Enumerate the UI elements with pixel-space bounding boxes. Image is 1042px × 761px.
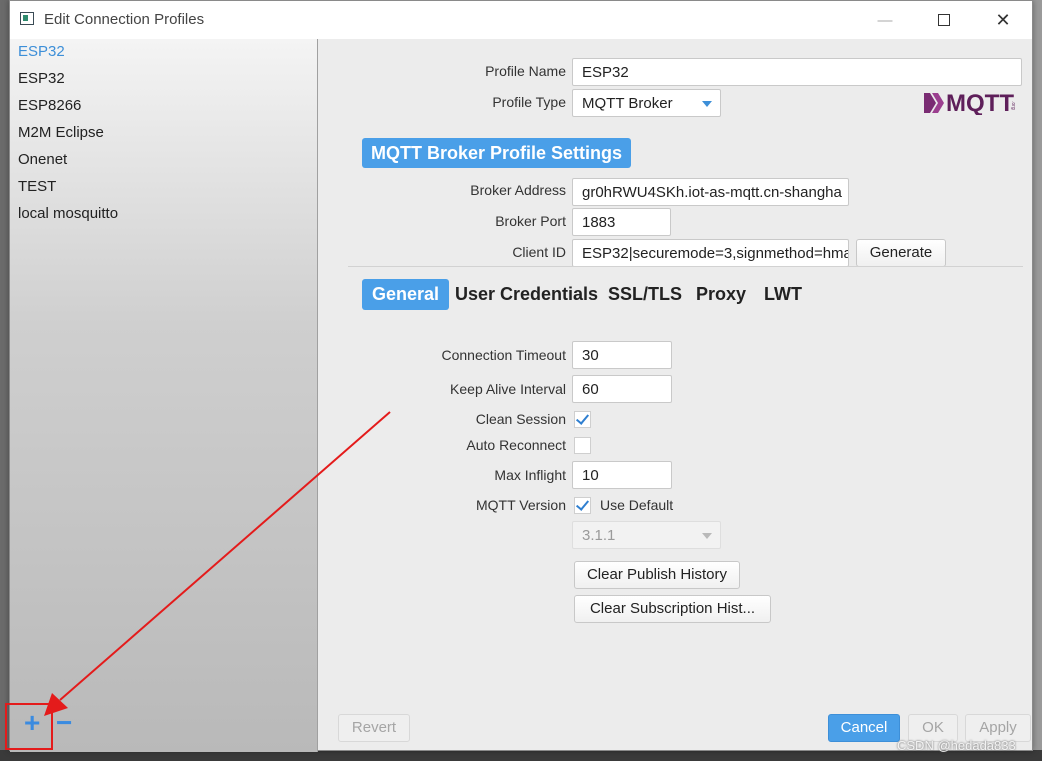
divider xyxy=(348,266,1023,267)
max-inflight-label: Max Inflight xyxy=(494,467,566,483)
profile-editor: Profile Name ESP32 Profile Type MQTT Bro… xyxy=(318,39,1032,752)
mqtt-version-select: 3.1.1 xyxy=(572,521,721,549)
app-icon xyxy=(20,12,34,25)
profile-item-esp32[interactable]: ESP32 xyxy=(18,68,65,90)
broker-settings-header: MQTT Broker Profile Settings xyxy=(362,138,632,168)
background-edge xyxy=(0,0,9,761)
close-button[interactable]: ✕ xyxy=(980,7,1026,33)
mqtt-version-value: 3.1.1 xyxy=(582,527,616,544)
remove-profile-button[interactable]: − xyxy=(56,709,72,737)
tab-general[interactable]: General xyxy=(362,279,450,310)
maximize-icon xyxy=(938,14,950,26)
client-id-label: Client ID xyxy=(512,244,566,260)
clear-publish-history-button[interactable]: Clear Publish History xyxy=(574,561,740,589)
auto-reconnect-label: Auto Reconnect xyxy=(466,437,566,453)
generate-button[interactable]: Generate xyxy=(856,239,946,267)
tab-user-credentials[interactable]: User Credentials xyxy=(445,279,608,310)
keep-alive-label: Keep Alive Interval xyxy=(450,381,566,397)
title-bar[interactable]: Edit Connection Profiles — ✕ xyxy=(10,1,1032,39)
auto-reconnect-checkbox[interactable] xyxy=(574,437,591,454)
checkmark-icon xyxy=(575,497,590,511)
edit-connection-profiles-window: Edit Connection Profiles — ✕ ESP32 ESP32… xyxy=(9,0,1033,752)
tab-proxy[interactable]: Proxy xyxy=(686,279,756,310)
maximize-button[interactable] xyxy=(921,7,967,33)
profile-item-test[interactable]: TEST xyxy=(18,176,56,198)
connection-timeout-input[interactable]: 30 xyxy=(572,341,672,369)
broker-port-input[interactable]: 1883 xyxy=(572,208,671,236)
annotation-highlight-box xyxy=(5,703,53,750)
mqtt-logo-suffix: .org xyxy=(1010,101,1016,110)
max-inflight-input[interactable]: 10 xyxy=(572,461,672,489)
profile-item-onenet[interactable]: Onenet xyxy=(18,149,67,171)
mqtt-logo: MQTT .org xyxy=(924,90,1016,115)
profile-name-label: Profile Name xyxy=(485,63,566,79)
use-default-checkbox[interactable] xyxy=(574,497,591,514)
client-id-input[interactable]: ESP32|securemode=3,signmethod=hma xyxy=(572,239,849,267)
checkmark-icon xyxy=(575,411,590,425)
mqtt-version-label: MQTT Version xyxy=(476,497,566,513)
profile-item-m2m-eclipse[interactable]: M2M Eclipse xyxy=(18,122,104,144)
chevron-down-icon xyxy=(702,101,712,107)
window-title: Edit Connection Profiles xyxy=(44,11,205,28)
broker-port-label: Broker Port xyxy=(495,213,566,229)
mqtt-logo-text: MQTT xyxy=(946,90,1014,115)
minimize-button[interactable]: — xyxy=(862,7,908,33)
use-default-label: Use Default xyxy=(600,497,674,513)
revert-button[interactable]: Revert xyxy=(338,714,410,742)
broker-address-input[interactable]: gr0hRWU4SKh.iot-as-mqtt.cn-shangha xyxy=(572,178,849,206)
keep-alive-input[interactable]: 60 xyxy=(572,375,672,403)
tab-lwt[interactable]: LWT xyxy=(754,279,812,310)
profile-item-esp8266[interactable]: ESP8266 xyxy=(18,95,81,117)
clean-session-label: Clean Session xyxy=(475,411,566,427)
profile-item-local-mosquitto[interactable]: local mosquitto xyxy=(18,203,118,225)
watermark: CSDN @hedada833 xyxy=(897,738,1016,753)
profile-item-esp32-selected[interactable]: ESP32 xyxy=(18,41,65,63)
clean-session-checkbox[interactable] xyxy=(574,411,591,428)
broker-address-label: Broker Address xyxy=(470,182,566,198)
cancel-button[interactable]: Cancel xyxy=(828,714,900,742)
profile-type-label: Profile Type xyxy=(492,94,566,110)
tab-ssl-tls[interactable]: SSL/TLS xyxy=(598,279,692,310)
chevron-down-icon xyxy=(702,533,712,539)
profile-type-select[interactable]: MQTT Broker xyxy=(572,89,721,117)
profile-type-value: MQTT Broker xyxy=(582,95,673,112)
clear-subscription-history-button[interactable]: Clear Subscription Hist... xyxy=(574,595,771,623)
profile-list: ESP32 ESP32 ESP8266 M2M Eclipse Onenet T… xyxy=(10,39,318,752)
connection-timeout-label: Connection Timeout xyxy=(441,347,566,363)
profile-name-input[interactable]: ESP32 xyxy=(572,58,1022,86)
